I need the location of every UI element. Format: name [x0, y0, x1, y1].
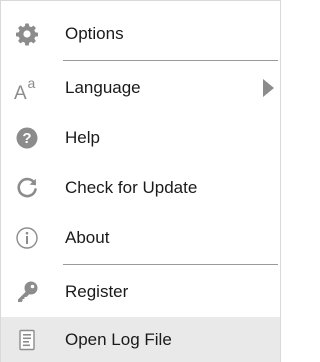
key-icon — [15, 280, 39, 304]
gear-icon — [15, 22, 39, 46]
menu-item-label: About — [65, 228, 110, 247]
menu-item-about[interactable]: About — [1, 213, 280, 263]
menu-item-register[interactable]: Register — [1, 267, 280, 317]
menu-item-check-for-update[interactable]: Check for Update — [1, 163, 280, 213]
help-icon: ? — [15, 126, 39, 150]
menu-separator — [63, 60, 278, 61]
menu-separator — [63, 264, 278, 265]
submenu-arrow-icon — [263, 79, 274, 97]
menu-item-label: Language — [65, 78, 141, 97]
font-size-icon: A a — [13, 74, 41, 102]
menu-item-open-log-file[interactable]: Open Log File — [1, 317, 280, 362]
menu-item-label: Help — [65, 128, 100, 147]
refresh-icon — [15, 176, 39, 200]
menu-item-label: Register — [65, 282, 129, 301]
menu-item-options[interactable]: Options — [1, 9, 280, 59]
svg-text:A: A — [14, 83, 27, 102]
menu-item-label: Open Log File — [65, 330, 172, 349]
menu-item-label: Options — [65, 24, 124, 43]
menu-item-help[interactable]: ? Help — [1, 113, 280, 163]
svg-text:a: a — [28, 75, 36, 91]
log-file-icon — [15, 328, 39, 352]
svg-text:?: ? — [22, 130, 31, 147]
menu-item-label: Check for Update — [65, 178, 198, 197]
info-icon — [15, 226, 39, 250]
menu-item-language[interactable]: A a Language — [1, 63, 280, 113]
context-menu: Options A a Language ? Help Check for Up… — [0, 0, 281, 362]
